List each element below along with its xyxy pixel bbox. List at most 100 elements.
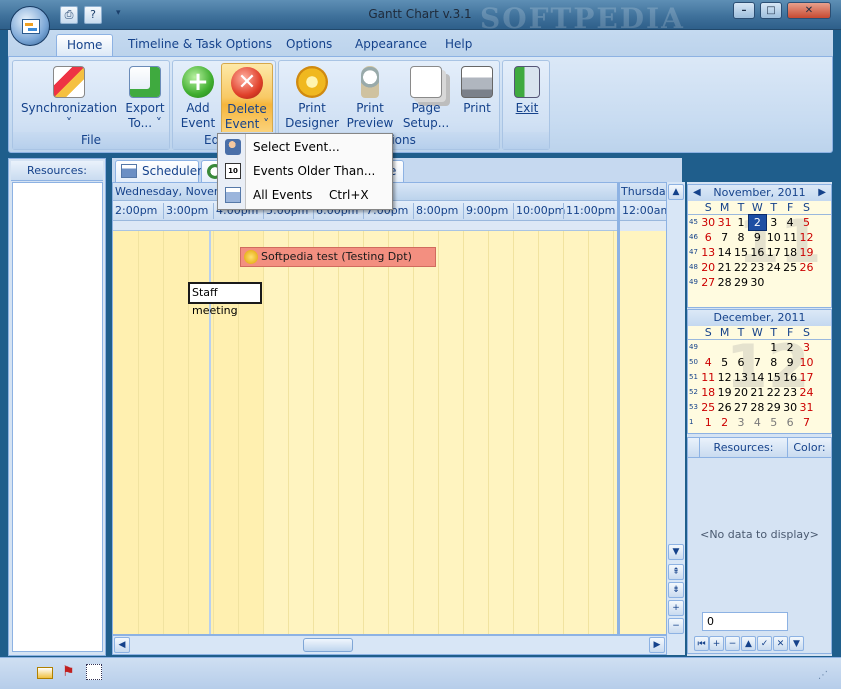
day-cell[interactable]: 28 xyxy=(749,400,765,415)
day-cell[interactable]: 27 xyxy=(700,275,716,290)
record-number-input[interactable]: 0 xyxy=(702,612,788,631)
delete-record-icon[interactable]: − xyxy=(725,636,740,651)
resize-grip-icon[interactable]: ⋰ xyxy=(818,670,828,681)
day-cell[interactable]: 11 xyxy=(700,370,716,385)
print-icon[interactable]: ⎙ xyxy=(60,6,78,24)
day-cell[interactable]: 1 xyxy=(733,215,749,230)
event-softpedia-test[interactable]: Softpedia test (Testing Dpt) xyxy=(240,247,436,267)
day-cell[interactable]: 25 xyxy=(782,260,798,275)
help-icon[interactable]: ? xyxy=(84,6,102,24)
next-day-column[interactable]: Thursday 12:00am xyxy=(617,182,667,635)
day-cell[interactable]: 25 xyxy=(700,400,716,415)
add-event-button[interactable]: + Add Event xyxy=(175,66,221,136)
day-cell[interactable]: 12 xyxy=(716,370,732,385)
resources-column-header[interactable]: Resources: xyxy=(700,438,788,457)
day-cell[interactable]: 24 xyxy=(766,260,782,275)
day-cell[interactable]: 30 xyxy=(782,400,798,415)
day-cell[interactable]: 12 xyxy=(798,230,814,245)
resource-color-grid[interactable]: Resources: Color: <No data to display> 0… xyxy=(687,437,832,654)
day-cell[interactable]: 13 xyxy=(733,370,749,385)
day-cell[interactable]: 4 xyxy=(700,355,716,370)
zoom-in-icon[interactable]: + xyxy=(668,600,684,616)
tab-home[interactable]: Home xyxy=(56,34,114,56)
day-cell[interactable]: 8 xyxy=(733,230,749,245)
export-to-button[interactable]: Export To... ˅ xyxy=(121,66,169,136)
day-cell[interactable]: 14 xyxy=(716,245,732,260)
tab-appearance[interactable]: Appearance xyxy=(345,34,437,56)
day-cell[interactable]: 16 xyxy=(782,370,798,385)
horizontal-scrollbar[interactable]: ◀ ▶ xyxy=(112,635,667,655)
day-cell[interactable]: 16 xyxy=(749,245,765,260)
print-designer-button[interactable]: Print Designer xyxy=(285,66,339,136)
scroll-thumb[interactable] xyxy=(303,638,353,652)
day-cell[interactable]: 1 xyxy=(766,340,782,355)
day-cell[interactable]: 22 xyxy=(733,260,749,275)
qat-customize-icon[interactable]: ▾ xyxy=(116,8,121,18)
tab-options[interactable]: Options xyxy=(276,34,342,56)
day-cell[interactable]: 31 xyxy=(716,215,732,230)
status-flag-icon[interactable]: ⚑ xyxy=(62,664,75,680)
scroll-left-icon[interactable]: ◀ xyxy=(114,637,130,653)
color-column-header[interactable]: Color: xyxy=(788,438,831,457)
day-cell[interactable]: 4 xyxy=(782,215,798,230)
calendar-november[interactable]: 11 ◀ November, 2011 ▶ SMTWTFS 45 30 31 1 2 3 4… xyxy=(687,184,832,308)
day-cell[interactable]: 30 xyxy=(749,275,765,290)
day-cell[interactable]: 20 xyxy=(733,385,749,400)
day-cell[interactable]: 2 xyxy=(716,415,732,430)
edit-record-icon[interactable]: ▲ xyxy=(741,636,756,651)
status-network-icon[interactable] xyxy=(86,664,102,680)
tab-scheduler[interactable]: Scheduler xyxy=(115,160,202,182)
day-cell[interactable]: 7 xyxy=(798,415,814,430)
print-button[interactable]: Print xyxy=(455,66,499,136)
day-cell[interactable]: 23 xyxy=(782,385,798,400)
prev-month-icon[interactable]: ◀ xyxy=(693,185,701,200)
event-staff-meeting[interactable]: Staff meeting xyxy=(188,282,262,317)
synchronization-button[interactable]: Synchronization ˅ xyxy=(17,66,121,136)
menu-item-events-older-than[interactable]: 10 Events Older Than... xyxy=(219,160,391,182)
day-cell[interactable]: 18 xyxy=(782,245,798,260)
calendar-december[interactable]: 12 December, 2011 SMTWTFS 49 1 2 3 50 4 5 6 7 8 9… xyxy=(687,309,832,434)
day-cell[interactable]: 9 xyxy=(782,355,798,370)
day-cell[interactable]: 11 xyxy=(782,230,798,245)
day-cell[interactable]: 22 xyxy=(766,385,782,400)
day-cell[interactable]: 14 xyxy=(749,370,765,385)
day-cell[interactable]: 21 xyxy=(716,260,732,275)
day-cell-today[interactable]: 2 xyxy=(748,214,767,231)
day-cell[interactable]: 8 xyxy=(766,355,782,370)
day-cell[interactable]: 28 xyxy=(716,275,732,290)
day-cell[interactable]: 18 xyxy=(700,385,716,400)
day-cell[interactable]: 4 xyxy=(749,415,765,430)
zoom-out-icon[interactable]: − xyxy=(668,618,684,634)
day-cell[interactable]: 10 xyxy=(798,355,814,370)
day-cell[interactable]: 23 xyxy=(749,260,765,275)
exit-button[interactable]: Exit xyxy=(507,66,547,136)
day-cell[interactable]: 21 xyxy=(749,385,765,400)
day-cell[interactable]: 26 xyxy=(798,260,814,275)
resources-list[interactable] xyxy=(12,182,103,652)
day-cell[interactable]: 15 xyxy=(766,370,782,385)
day-cell[interactable]: 6 xyxy=(700,230,716,245)
tab-timeline-task-options[interactable]: Timeline & Task Options xyxy=(118,34,282,56)
close-button[interactable]: ✕ xyxy=(787,2,831,19)
day-cell[interactable]: 3 xyxy=(733,415,749,430)
day-cell[interactable]: 7 xyxy=(749,355,765,370)
menu-item-all-events[interactable]: All Events Ctrl+X xyxy=(219,184,391,206)
filter-record-icon[interactable]: ▼ xyxy=(789,636,804,651)
day-cell[interactable]: 17 xyxy=(798,370,814,385)
first-record-icon[interactable]: ⏮ xyxy=(694,636,709,651)
day-cell[interactable]: 24 xyxy=(798,385,814,400)
day-cell[interactable]: 9 xyxy=(749,230,765,245)
day-cell[interactable]: 1 xyxy=(700,415,716,430)
tab-help[interactable]: Help xyxy=(435,34,482,56)
status-card-icon[interactable] xyxy=(37,667,53,679)
day-timeline[interactable]: Wednesday, Novemb 2:00pm 3:00pm 4:00pm 5… xyxy=(112,182,667,635)
day-cell[interactable]: 5 xyxy=(766,415,782,430)
day-cell[interactable]: 15 xyxy=(733,245,749,260)
day-cell[interactable]: 27 xyxy=(733,400,749,415)
day-cell[interactable]: 26 xyxy=(716,400,732,415)
day-cell[interactable]: 29 xyxy=(766,400,782,415)
scroll-top-icon[interactable]: ⇞ xyxy=(668,564,684,580)
application-menu-button[interactable] xyxy=(10,6,50,46)
maximize-button[interactable]: □ xyxy=(760,2,782,19)
day-cell[interactable]: 5 xyxy=(716,355,732,370)
